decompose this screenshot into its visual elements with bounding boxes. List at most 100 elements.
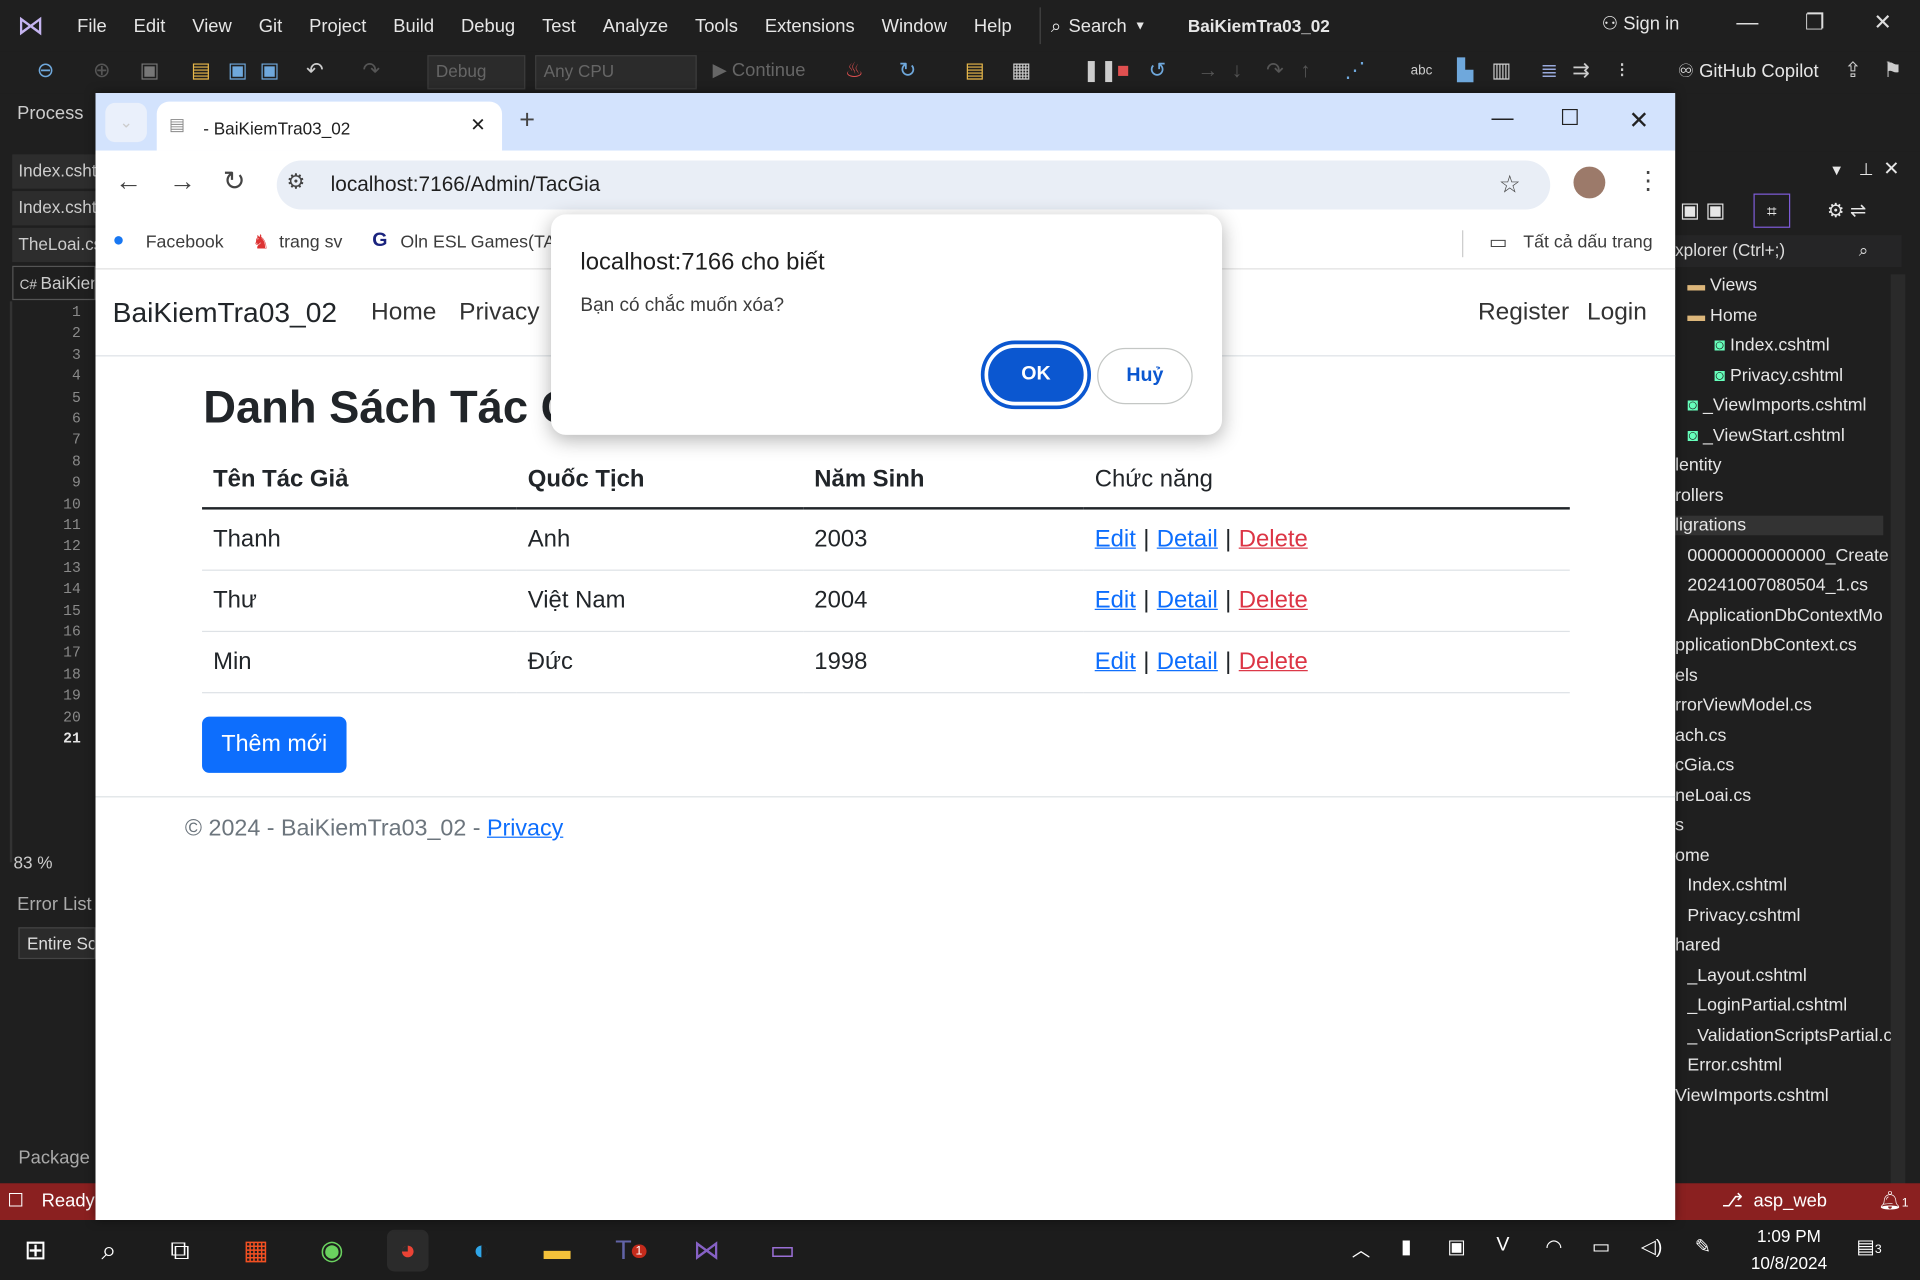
tray-app-icon[interactable]: ▣ bbox=[1447, 1235, 1466, 1259]
new-tab-icon[interactable]: + bbox=[519, 104, 535, 136]
open-folder-icon[interactable]: ▤ bbox=[191, 59, 211, 83]
solution-tree-item[interactable]: _ValidationScriptsPartial.c bbox=[1687, 1026, 1892, 1046]
edit-link[interactable]: Edit bbox=[1095, 586, 1136, 613]
menu-debug[interactable]: Debug bbox=[448, 15, 529, 36]
menu-help[interactable]: Help bbox=[960, 15, 1025, 36]
solution-tree-item[interactable]: ◙ Privacy.cshtml bbox=[1714, 366, 1843, 386]
tray-chevron-icon[interactable]: ︿ bbox=[1352, 1237, 1370, 1263]
detail-link[interactable]: Detail bbox=[1157, 586, 1218, 613]
dialog-cancel-button[interactable]: Huỷ bbox=[1097, 347, 1193, 405]
explorer-toolbar-icon[interactable]: ▣ ▣ bbox=[1680, 198, 1725, 222]
solution-tree-item[interactable]: ▬ Home bbox=[1687, 306, 1757, 326]
solution-tree-item[interactable]: hared bbox=[1675, 936, 1720, 956]
pin-icon[interactable]: ⊥ bbox=[1859, 159, 1874, 180]
battery-icon[interactable]: ▭ bbox=[1592, 1235, 1611, 1259]
wifi-icon[interactable]: ◠ bbox=[1545, 1235, 1562, 1259]
edit-link[interactable]: Edit bbox=[1095, 525, 1136, 552]
solution-tree-item[interactable]: els bbox=[1675, 666, 1698, 686]
solution-tree-item[interactable]: ▬ Views bbox=[1687, 276, 1757, 296]
browser-close-icon[interactable]: ✕ bbox=[1629, 105, 1650, 136]
restart-icon[interactable]: ↺ bbox=[1149, 59, 1166, 83]
configuration-select[interactable]: Debug bbox=[427, 55, 526, 90]
task-view-icon[interactable]: ⧉ bbox=[159, 1230, 201, 1272]
visual-studio-icon[interactable]: ⋈ bbox=[686, 1230, 728, 1272]
bookmark-trang-sv[interactable]: trang sv bbox=[279, 233, 342, 253]
site-brand[interactable]: BaiKiemTra03_02 bbox=[113, 296, 337, 329]
omnibox[interactable]: ⚙ localhost:7166/Admin/TacGia ☆ bbox=[276, 160, 1551, 210]
editor-tab-project[interactable]: C# BaiKien bbox=[12, 265, 96, 301]
new-project-icon[interactable]: ▣ bbox=[140, 59, 160, 83]
notification-center-icon[interactable]: ▤3 bbox=[1856, 1235, 1881, 1259]
menu-edit[interactable]: Edit bbox=[120, 15, 179, 36]
vs-restore-icon[interactable]: ❐ bbox=[1805, 10, 1825, 36]
editor-tab-index[interactable]: Index.csht bbox=[12, 154, 96, 189]
windows-start-icon[interactable]: ⊞ bbox=[15, 1230, 57, 1272]
delete-link[interactable]: Delete bbox=[1239, 647, 1308, 674]
nav-privacy[interactable]: Privacy bbox=[459, 299, 539, 327]
menu-window[interactable]: Window bbox=[868, 15, 960, 36]
scrollbar[interactable] bbox=[1890, 274, 1906, 1279]
detail-link[interactable]: Detail bbox=[1157, 647, 1218, 674]
step-over-icon[interactable]: → bbox=[1198, 59, 1219, 83]
step-into-icon[interactable]: ↓ bbox=[1232, 59, 1242, 83]
add-new-button[interactable]: Thêm mới bbox=[202, 716, 347, 773]
menu-view[interactable]: View bbox=[179, 15, 245, 36]
chrome-icon[interactable]: ◕ bbox=[386, 1229, 429, 1272]
layout-icon[interactable]: ▦ bbox=[1011, 59, 1031, 83]
indent-icon[interactable]: ⇉ bbox=[1572, 59, 1589, 83]
bookmark-star-icon[interactable]: ☆ bbox=[1499, 169, 1521, 200]
branch-name[interactable]: asp_web bbox=[1753, 1191, 1827, 1212]
undo-icon[interactable]: ↶ bbox=[306, 59, 323, 83]
share-icon[interactable]: ⇪ bbox=[1844, 59, 1861, 83]
menu-tools[interactable]: Tools bbox=[682, 15, 752, 36]
teams-icon[interactable]: T1 bbox=[610, 1230, 652, 1272]
folder-icon[interactable]: ▤ bbox=[965, 59, 985, 83]
redo-icon[interactable]: ↷ bbox=[362, 59, 379, 83]
menu-build[interactable]: Build bbox=[380, 15, 448, 36]
delete-link[interactable]: Delete bbox=[1239, 525, 1308, 552]
stop-icon[interactable]: ■ bbox=[1117, 59, 1130, 83]
pause-icon[interactable]: ❚❚ bbox=[1082, 59, 1117, 83]
bookmark-icon[interactable]: ▙ bbox=[1457, 59, 1473, 83]
tab-close-icon[interactable]: ✕ bbox=[470, 114, 485, 136]
browser-maximize-icon[interactable]: ☐ bbox=[1560, 105, 1580, 131]
solution-tree-item[interactable]: cGia.cs bbox=[1675, 756, 1734, 776]
save-icon[interactable]: ▣ bbox=[228, 59, 248, 83]
solution-tree-item[interactable]: s bbox=[1675, 816, 1684, 836]
url-text[interactable]: localhost:7166/Admin/TacGia bbox=[331, 173, 601, 197]
vs-minimize-icon[interactable]: — bbox=[1736, 10, 1758, 36]
menu-kebab-icon[interactable]: ⋮ bbox=[1636, 165, 1660, 196]
format-icon[interactable]: ≣ bbox=[1540, 59, 1557, 83]
site-info-icon[interactable]: ⚙ bbox=[287, 170, 306, 194]
nav-home[interactable]: Home bbox=[371, 299, 436, 327]
solution-tree-item[interactable]: _LoginPartial.cshtml bbox=[1687, 996, 1847, 1016]
footer-privacy-link[interactable]: Privacy bbox=[487, 816, 563, 842]
solution-tree-item[interactable]: pplicationDbContext.cs bbox=[1675, 636, 1857, 656]
bookmark-esl-games[interactable]: Oln ESL Games(TA) bbox=[400, 233, 561, 253]
hot-reload-icon[interactable]: ♨ bbox=[845, 59, 864, 83]
error-scope-select[interactable]: Entire Sc bbox=[18, 927, 96, 960]
menu-file[interactable]: File bbox=[64, 15, 121, 36]
menu-project[interactable]: Project bbox=[296, 15, 380, 36]
refresh-icon[interactable]: ↻ bbox=[899, 59, 916, 83]
tray-mic-icon[interactable]: ▮ bbox=[1401, 1235, 1412, 1259]
browser-minimize-icon[interactable]: — bbox=[1491, 105, 1513, 131]
step-out-icon[interactable]: ↑ bbox=[1300, 59, 1310, 83]
menu-test[interactable]: Test bbox=[529, 15, 590, 36]
solution-tree-item[interactable]: lentity bbox=[1675, 456, 1721, 476]
chevron-down-icon[interactable]: ▼ bbox=[1829, 162, 1844, 179]
solution-tree-item[interactable]: ◙ _ViewStart.cshtml bbox=[1687, 426, 1844, 446]
zoom-level[interactable]: 83 % bbox=[13, 853, 52, 873]
menu-analyze[interactable]: Analyze bbox=[589, 15, 681, 36]
solution-tree-item[interactable]: ◙ Index.cshtml bbox=[1714, 336, 1829, 356]
platform-select[interactable]: Any CPU bbox=[535, 55, 697, 90]
all-bookmarks[interactable]: Tất cả dấu trang bbox=[1523, 233, 1652, 253]
error-list-tab[interactable]: Error List bbox=[17, 894, 92, 915]
back-icon[interactable]: ← bbox=[115, 165, 142, 197]
solution-tree-item[interactable]: ApplicationDbContextMo bbox=[1687, 606, 1882, 626]
reload-icon[interactable]: ↻ bbox=[223, 165, 246, 197]
dialog-ok-button[interactable]: OK bbox=[980, 340, 1092, 410]
github-copilot-button[interactable]: ♾ GitHub Copilot bbox=[1678, 60, 1819, 82]
sign-in-button[interactable]: ⚇ Sign in bbox=[1602, 12, 1680, 34]
clock-time[interactable]: 1:09 PM bbox=[1744, 1226, 1835, 1246]
